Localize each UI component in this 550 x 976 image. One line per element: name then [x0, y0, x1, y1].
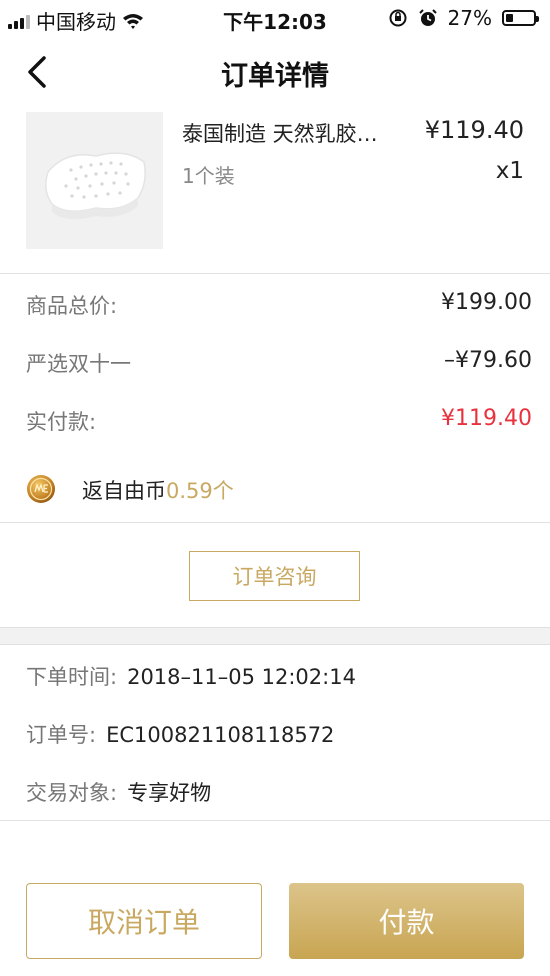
- order-number-label: 订单号:: [26, 723, 97, 747]
- trade-target-label: 交易对象:: [26, 781, 118, 805]
- trade-target-row: 交易对象: 专享好物: [26, 777, 211, 807]
- battery-icon: [502, 10, 539, 26]
- pay-button[interactable]: 付款: [289, 883, 524, 959]
- alarm-icon: [418, 9, 437, 26]
- rotation-lock-icon: [389, 9, 407, 27]
- discount-row: 严选双十一 –¥79.60: [26, 348, 532, 378]
- status-right: 27%: [388, 6, 539, 30]
- status-bar: 中国移动 下午12:03 27%: [0, 0, 550, 36]
- paid-label: 实付款:: [26, 410, 97, 434]
- bottom-action-bar: 取消订单 付款: [0, 866, 550, 976]
- product-spec: 1个装: [182, 164, 235, 188]
- paid-value: ¥119.40: [441, 406, 532, 431]
- coin-prefix: 返自由币: [82, 479, 166, 503]
- discount-value: –¥79.60: [444, 348, 532, 373]
- product-item[interactable]: 泰国制造 天然乳胶… ¥119.40 1个装 x1: [0, 110, 550, 272]
- order-number-row: 订单号: EC100821108118572: [26, 719, 334, 749]
- section-separator: [0, 627, 550, 645]
- product-price: ¥119.40: [424, 116, 524, 144]
- product-name: 泰国制造 天然乳胶…: [182, 122, 378, 146]
- order-time-label: 下单时间:: [26, 665, 118, 689]
- total-price-value: ¥199.00: [441, 290, 532, 315]
- page-title: 订单详情: [221, 61, 329, 92]
- trade-target-value: 专享好物: [127, 781, 212, 805]
- order-consult-button[interactable]: 订单咨询: [189, 551, 360, 601]
- paid-row: 实付款: ¥119.40: [26, 406, 532, 436]
- divider: [0, 522, 550, 523]
- order-detail-screen: 中国移动 下午12:03 27% 订单详情 泰国制造 天然乳胶… ¥119.40…: [0, 0, 550, 976]
- coin-text: 返自由币0.59个: [82, 475, 234, 505]
- coin-amount: 0.59个: [166, 479, 234, 503]
- nav-bar: 订单详情: [0, 36, 550, 108]
- order-time-row: 下单时间: 2018–11–05 12:02:14: [26, 661, 356, 691]
- product-quantity: x1: [495, 158, 524, 184]
- pillow-image: [26, 112, 163, 249]
- discount-label: 严选双十一: [26, 352, 131, 376]
- coin-icon: [27, 475, 55, 503]
- order-number-value: EC100821108118572: [106, 723, 335, 747]
- total-price-label: 商品总价:: [26, 294, 118, 318]
- total-price-row: 商品总价: ¥199.00: [26, 290, 532, 320]
- cancel-order-button[interactable]: 取消订单: [26, 883, 262, 959]
- divider: [0, 820, 550, 821]
- battery-percent: 27%: [447, 6, 492, 30]
- divider: [0, 273, 550, 274]
- product-image[interactable]: [26, 112, 163, 249]
- order-time-value: 2018–11–05 12:02:14: [127, 665, 356, 689]
